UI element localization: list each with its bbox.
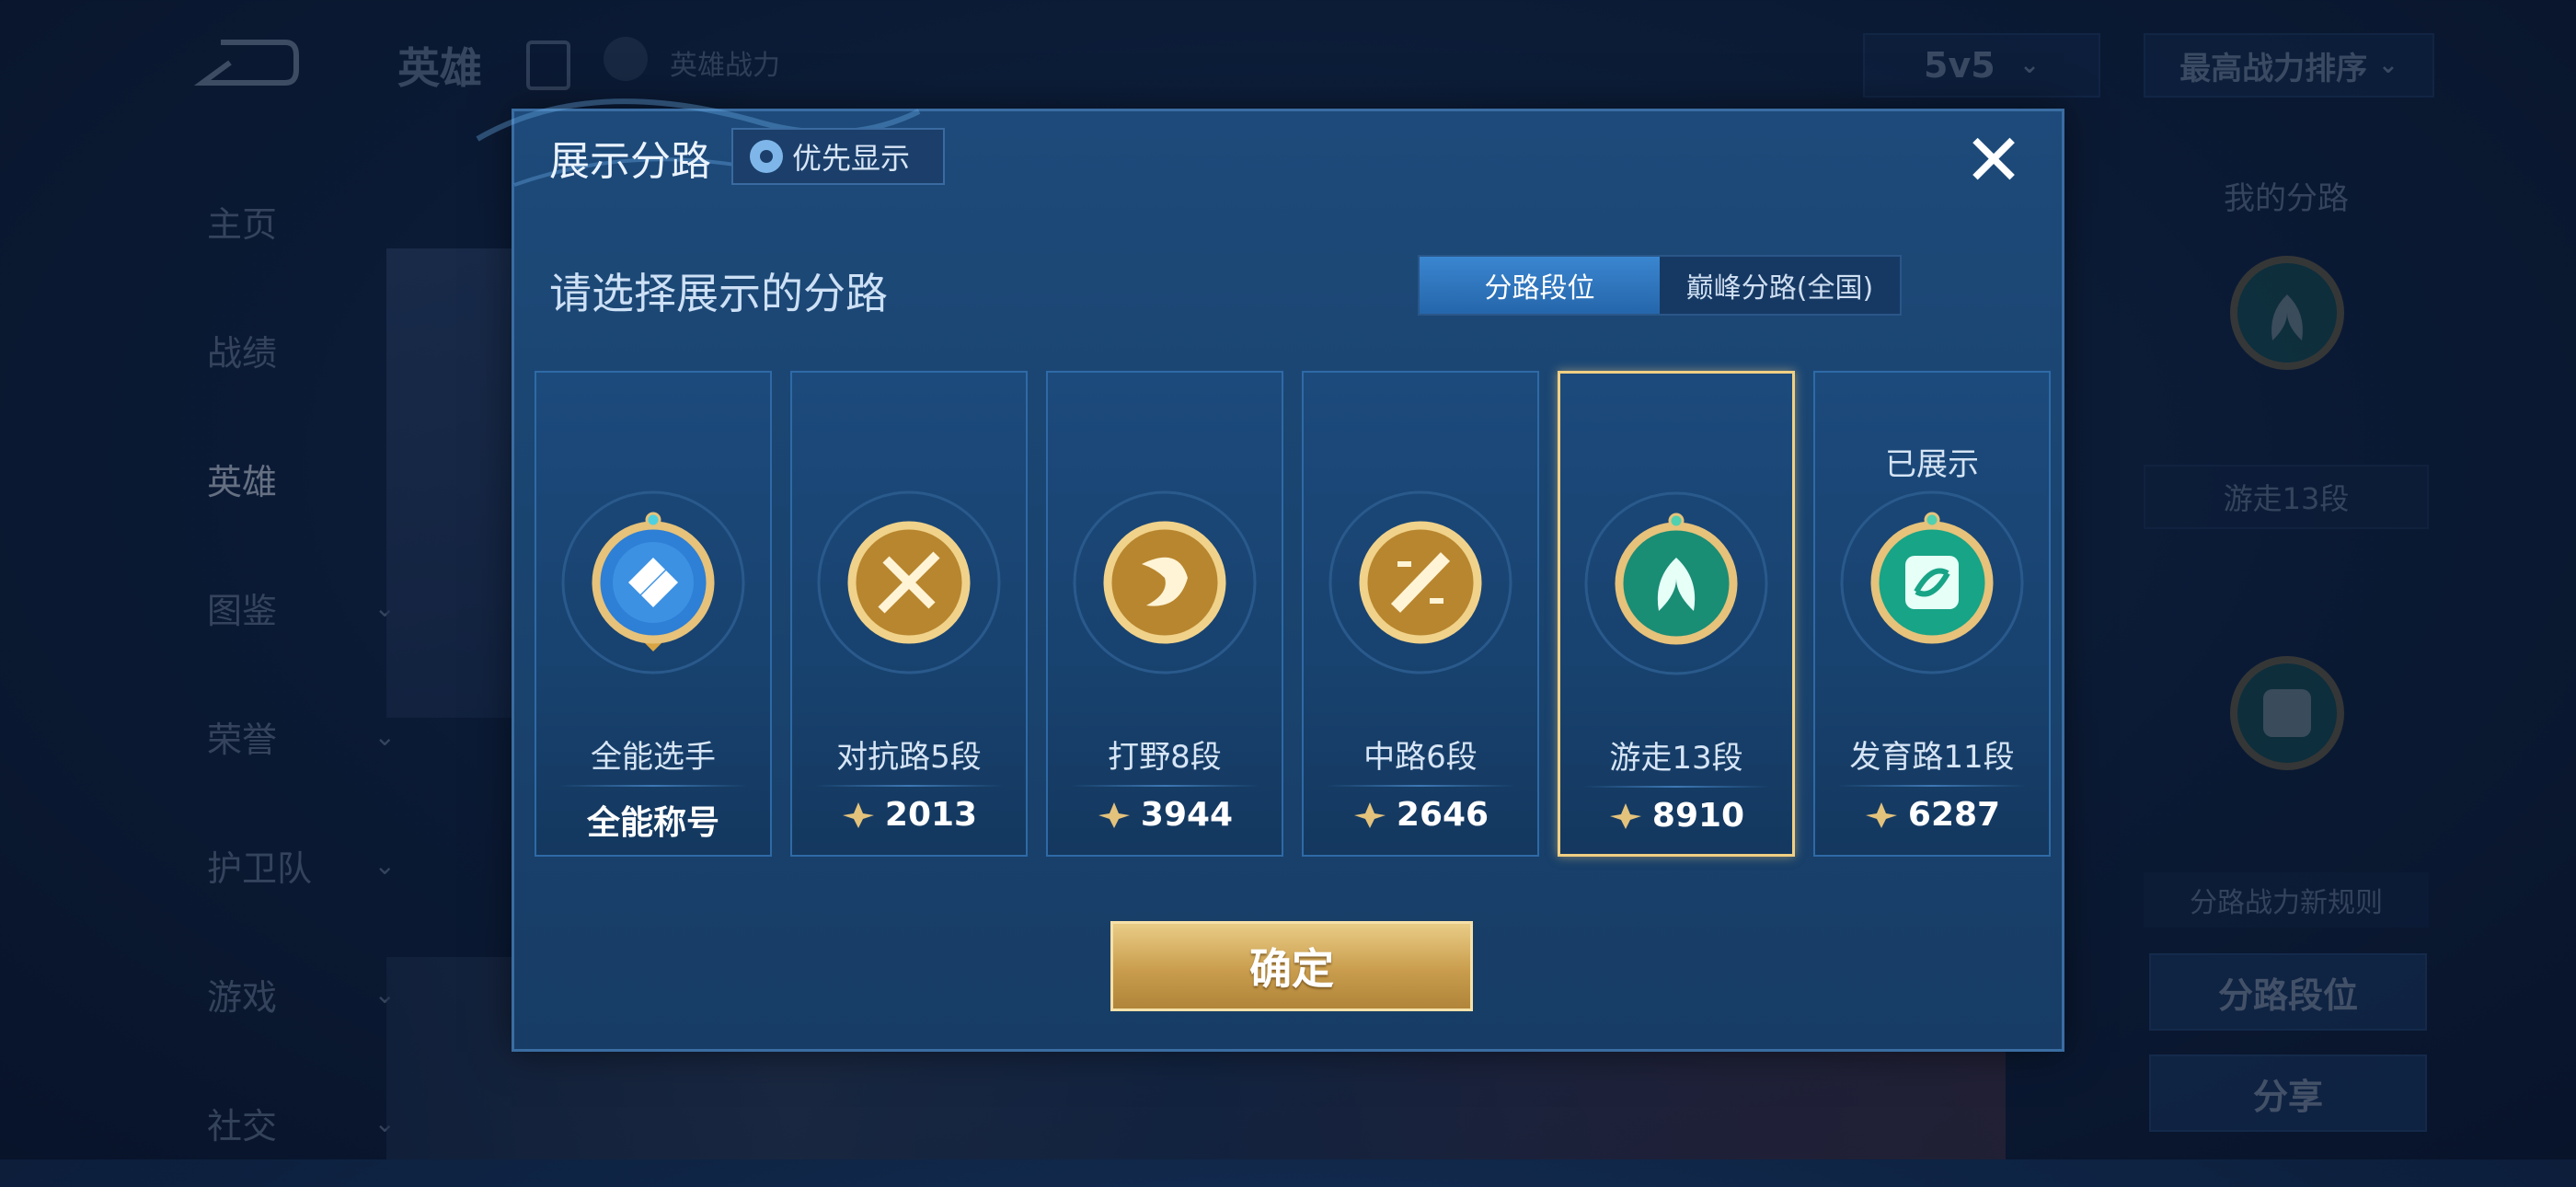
power-icon bbox=[1353, 801, 1386, 828]
lane-card[interactable]: 中路6段 2646 bbox=[1302, 371, 1539, 857]
divider bbox=[558, 785, 748, 787]
lane-value-text: 6287 bbox=[1907, 796, 2001, 834]
lane-value: 8910 bbox=[1560, 797, 1792, 835]
lane-name: 游走13段 bbox=[1609, 740, 1743, 777]
gear-icon bbox=[750, 140, 783, 173]
lane-value: 全能称号 bbox=[536, 796, 770, 844]
all-round-emblem-icon bbox=[561, 490, 745, 674]
lane-card[interactable]: 对抗路5段 2013 bbox=[790, 371, 1028, 857]
lane-value-text: 全能称号 bbox=[586, 804, 719, 842]
power-icon bbox=[1609, 802, 1641, 829]
close-button[interactable]: ✕ bbox=[1961, 125, 2027, 197]
confirm-button[interactable]: 确定 bbox=[1110, 921, 1473, 1011]
lane-value: 3944 bbox=[1048, 796, 1282, 834]
tab-lane-rank[interactable]: 分路段位 bbox=[1420, 257, 1660, 314]
lane-value-text: 3944 bbox=[1140, 796, 1234, 834]
lane-card[interactable]: 已展示 发育路11段 6287 bbox=[1813, 371, 2051, 857]
divider bbox=[1582, 786, 1770, 788]
dialog-title: 展示分路 bbox=[549, 138, 711, 185]
divider bbox=[1326, 785, 1515, 787]
power-icon bbox=[842, 801, 874, 828]
lane-value-text: 2013 bbox=[884, 796, 978, 834]
shown-badge: 已展示 bbox=[1885, 446, 1979, 483]
jungle-emblem-icon bbox=[1073, 490, 1257, 674]
divider bbox=[1837, 785, 2027, 787]
lane-name: 打野8段 bbox=[1108, 739, 1222, 776]
tab-peak-lane[interactable]: 巅峰分路(全国) bbox=[1660, 257, 1900, 314]
farm-lane-emblem-icon bbox=[1840, 490, 2024, 674]
lane-value: 2013 bbox=[792, 796, 1026, 834]
dialog-subtitle: 请选择展示的分路 bbox=[549, 269, 888, 318]
roam-emblem-icon bbox=[1584, 491, 1768, 675]
lane-name: 发育路11段 bbox=[1849, 739, 2015, 776]
lane-name: 对抗路5段 bbox=[836, 739, 982, 776]
priority-display-button[interactable]: 优先显示 bbox=[731, 128, 945, 185]
lane-card-selected[interactable]: 游走13段 8910 bbox=[1558, 371, 1795, 857]
display-lane-dialog: 展示分路 优先显示 ✕ 请选择展示的分路 分路段位 巅峰分路(全国) 全能选手 … bbox=[476, 98, 2064, 1052]
mid-lane-emblem-icon bbox=[1328, 490, 1512, 674]
lane-value: 6287 bbox=[1815, 796, 2049, 834]
divider bbox=[1070, 785, 1259, 787]
lane-value-text: 2646 bbox=[1396, 796, 1489, 834]
lane-value: 2646 bbox=[1304, 796, 1537, 834]
lane-name: 全能选手 bbox=[591, 739, 716, 776]
lane-name: 中路6段 bbox=[1363, 739, 1478, 776]
divider bbox=[814, 785, 1004, 787]
power-icon bbox=[1865, 801, 1897, 828]
lane-cards: 全能选手 全能称号 对抗路5段 2013 打野8段 3944 中路6段 2646… bbox=[535, 371, 2051, 857]
priority-display-label: 优先显示 bbox=[792, 141, 911, 176]
lane-card[interactable]: 全能选手 全能称号 bbox=[535, 371, 772, 857]
lane-card[interactable]: 打野8段 3944 bbox=[1046, 371, 1283, 857]
clash-lane-emblem-icon bbox=[817, 490, 1001, 674]
lane-value-text: 8910 bbox=[1651, 797, 1745, 835]
power-icon bbox=[1098, 801, 1130, 828]
lane-tabs: 分路段位 巅峰分路(全国) bbox=[1418, 255, 1902, 316]
